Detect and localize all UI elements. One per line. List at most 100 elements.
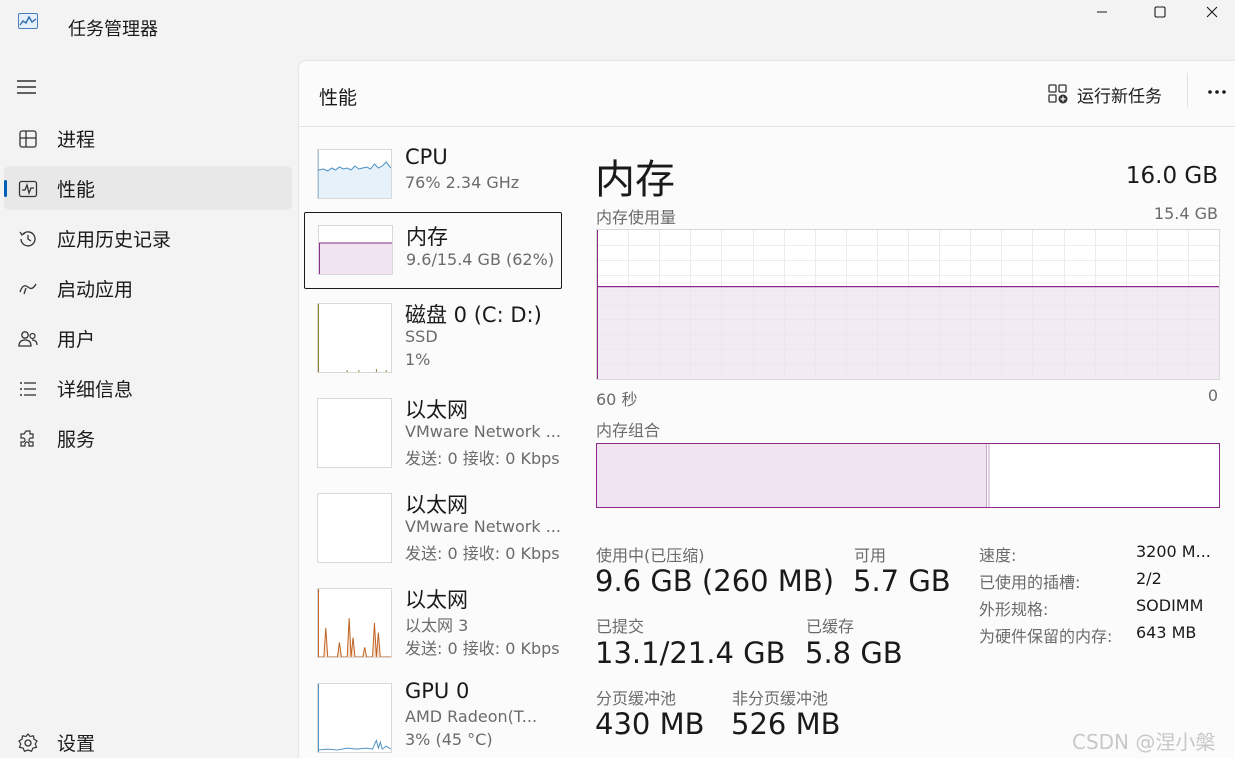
sidebar-item-services[interactable]: 服务 — [4, 416, 292, 460]
more-options-button[interactable] — [1204, 80, 1230, 106]
memory-usage-graph — [596, 229, 1220, 380]
committed-label: 已提交 — [596, 617, 645, 636]
title-bar: 任务管理器 — [0, 0, 1235, 52]
spec-form-factor-label: 外形规格: — [979, 600, 1049, 619]
startup-icon — [19, 283, 37, 295]
device-item-disk[interactable]: 磁盘 0 (C: D:) SSD 1% — [304, 291, 562, 373]
sidebar-item-processes[interactable]: 进程 — [4, 116, 292, 160]
device-subtitle-2: 发送: 0 接收: 0 Kbps — [405, 449, 560, 468]
detail-title: 内存 — [595, 157, 675, 203]
paged-pool-value: 430 MB — [595, 707, 705, 741]
new-task-icon — [1048, 84, 1068, 104]
sidebar-item-label: 服务 — [57, 428, 96, 451]
sidebar-item-app-history[interactable]: 应用历史记录 — [4, 216, 292, 260]
composition-in-use — [597, 444, 987, 507]
device-subtitle: AMD Radeon(T... — [405, 707, 538, 726]
device-subtitle: 76% 2.34 GHz — [405, 173, 520, 192]
device-subtitle-2: 发送: 0 接收: 0 Kbps — [405, 544, 560, 563]
in-use-value: 9.6 GB (260 MB) — [595, 564, 835, 598]
memory-usage-label: 内存使用量 — [596, 208, 677, 227]
header-divider — [1187, 73, 1188, 107]
device-name: 内存 — [406, 225, 448, 249]
page-header: 性能 运行新任务 — [299, 61, 1235, 127]
cpu-thumbnail-graph — [317, 149, 392, 199]
task-manager-icon — [18, 13, 38, 29]
close-icon — [1206, 6, 1218, 18]
maximize-icon — [1154, 6, 1166, 18]
maximize-button[interactable] — [1131, 0, 1189, 24]
device-name: 以太网 — [405, 398, 468, 422]
device-item-memory[interactable]: 内存 9.6/15.4 GB (62%) — [304, 212, 562, 289]
settings-gear-icon — [18, 733, 38, 752]
services-icon — [20, 430, 34, 447]
device-name: GPU 0 — [405, 679, 470, 703]
device-item-ethernet-3[interactable]: 以太网 以太网 3 发送: 0 接收: 0 Kbps — [304, 576, 562, 658]
details-icon — [20, 382, 36, 396]
memory-composition-bar — [596, 443, 1220, 508]
sidebar-item-label: 用户 — [57, 328, 96, 351]
device-subtitle-2: 1% — [405, 350, 431, 369]
graph-axis-start: 60 秒 — [596, 390, 638, 409]
sidebar-item-performance[interactable]: 性能 — [4, 166, 292, 210]
nonpaged-pool-label: 非分页缓冲池 — [732, 689, 829, 708]
close-button[interactable] — [1189, 0, 1235, 24]
disk-thumbnail-graph — [317, 303, 392, 373]
nonpaged-pool-value: 526 MB — [731, 707, 841, 741]
processes-icon — [19, 130, 37, 148]
run-new-task-label: 运行新任务 — [1077, 86, 1162, 107]
device-subtitle: VMware Network ... — [405, 422, 561, 441]
sidebar-item-users[interactable]: 用户 — [4, 316, 292, 360]
memory-thumbnail-graph — [318, 225, 393, 275]
paged-pool-label: 分页缓冲池 — [596, 689, 677, 708]
sidebar-item-startup[interactable]: 启动应用 — [4, 266, 292, 310]
cached-label: 已缓存 — [806, 617, 855, 636]
committed-value: 13.1/21.4 GB — [595, 636, 786, 670]
sidebar-item-details[interactable]: 详细信息 — [4, 366, 292, 410]
device-item-ethernet-2[interactable]: 以太网 VMware Network ... 发送: 0 接收: 0 Kbps — [304, 481, 562, 563]
available-value: 5.7 GB — [853, 564, 951, 598]
more-icon — [1208, 90, 1226, 94]
sidebar-item-label: 性能 — [57, 178, 96, 201]
spec-speed-label: 速度: — [979, 546, 1017, 565]
memory-usage-area — [597, 286, 1219, 379]
history-icon — [19, 231, 36, 247]
memory-usage-max: 15.4 GB — [1153, 204, 1218, 223]
spec-slots-label: 已使用的插槽: — [979, 573, 1081, 592]
main-panel: 性能 运行新任务 CPU 76% 2.34 GHz 内存 9.6/15.4 GB… — [298, 60, 1235, 758]
spec-slots-value: 2/2 — [1136, 569, 1162, 588]
graph-axis-end: 0 — [1207, 386, 1218, 405]
spec-reserved-label: 为硬件保留的内存: — [979, 627, 1113, 646]
device-subtitle: VMware Network ... — [405, 517, 561, 536]
in-use-label: 使用中(已压缩) — [596, 546, 705, 565]
sidebar-item-label: 进程 — [57, 128, 96, 151]
device-item-ethernet-1[interactable]: 以太网 VMware Network ... 发送: 0 接收: 0 Kbps — [304, 386, 562, 468]
device-subtitle-2: 3% (45 °C) — [405, 730, 493, 749]
memory-composition-label: 内存组合 — [596, 421, 661, 440]
sidebar-item-settings[interactable]: 设置 — [4, 720, 292, 758]
memory-total: 16.0 GB — [1125, 163, 1218, 189]
page-title: 性能 — [319, 87, 358, 109]
device-name: 以太网 — [405, 588, 468, 612]
minimize-button[interactable] — [1073, 0, 1131, 24]
device-item-gpu[interactable]: GPU 0 AMD Radeon(T... 3% (45 °C) — [304, 671, 562, 753]
spec-speed-value: 3200 M... — [1136, 542, 1211, 561]
ethernet-thumbnail-graph — [317, 398, 392, 468]
performance-icon — [18, 180, 38, 198]
ethernet-3-thumbnail-graph — [317, 588, 392, 658]
ethernet-thumbnail-graph — [317, 493, 392, 563]
device-item-cpu[interactable]: CPU 76% 2.34 GHz — [304, 139, 562, 216]
composition-modified — [988, 444, 990, 507]
sidebar: 进程 性能 应用历史记录 启动应用 用户 详细信息 服务 设置 — [0, 60, 298, 758]
device-subtitle-2: 发送: 0 接收: 0 Kbps — [405, 639, 560, 658]
run-new-task-button[interactable]: 运行新任务 — [1047, 81, 1162, 107]
device-subtitle: 以太网 3 — [405, 616, 469, 635]
device-name: 磁盘 0 (C: D:) — [405, 303, 542, 327]
device-subtitle: SSD — [405, 327, 438, 346]
available-label: 可用 — [854, 546, 887, 565]
device-subtitle: 9.6/15.4 GB (62%) — [406, 250, 555, 269]
hamburger-menu-icon[interactable] — [16, 78, 38, 96]
gpu-thumbnail-graph — [317, 683, 392, 753]
sidebar-item-label: 设置 — [57, 732, 96, 755]
active-indicator — [4, 180, 7, 197]
cached-value: 5.8 GB — [805, 636, 903, 670]
